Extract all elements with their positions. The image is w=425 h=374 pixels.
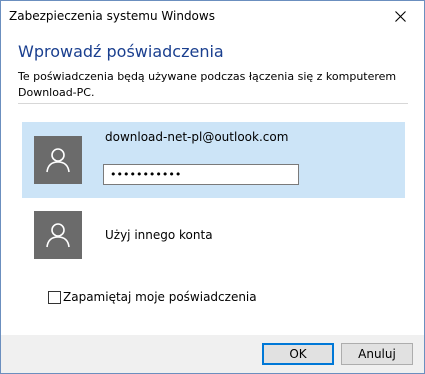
close-button[interactable]: [378, 1, 424, 33]
user-icon: [46, 148, 70, 173]
other-account-label: Użyj innego konta: [105, 228, 213, 242]
user-icon: [46, 223, 70, 248]
dialog-description: Te poświadczenia będą używane podczas łą…: [18, 70, 397, 99]
window-title: Zabezpieczenia systemu Windows: [9, 9, 215, 23]
remember-checkbox[interactable]: [48, 291, 61, 304]
account-email: download-net-pl@outlook.com: [105, 130, 289, 144]
avatar: [34, 136, 82, 184]
dialog-heading: Wprowadź poświadczenia: [18, 42, 224, 61]
title-bar: Zabezpieczenia systemu Windows: [1, 1, 424, 33]
password-field[interactable]: [103, 164, 299, 185]
credentials-dialog: Zabezpieczenia systemu Windows Wprowadź …: [0, 0, 425, 374]
divider: [18, 103, 408, 104]
ok-button[interactable]: OK: [262, 343, 334, 365]
remember-label: Zapamiętaj moje poświadczenia: [63, 290, 257, 304]
avatar: [34, 211, 82, 259]
cancel-button[interactable]: Anuluj: [341, 343, 413, 365]
account-tile-other[interactable]: Użyj innego konta: [22, 206, 405, 266]
account-tile-selected[interactable]: download-net-pl@outlook.com: [22, 122, 405, 198]
close-icon: [395, 11, 406, 22]
button-bar: OK Anuluj: [1, 335, 424, 373]
